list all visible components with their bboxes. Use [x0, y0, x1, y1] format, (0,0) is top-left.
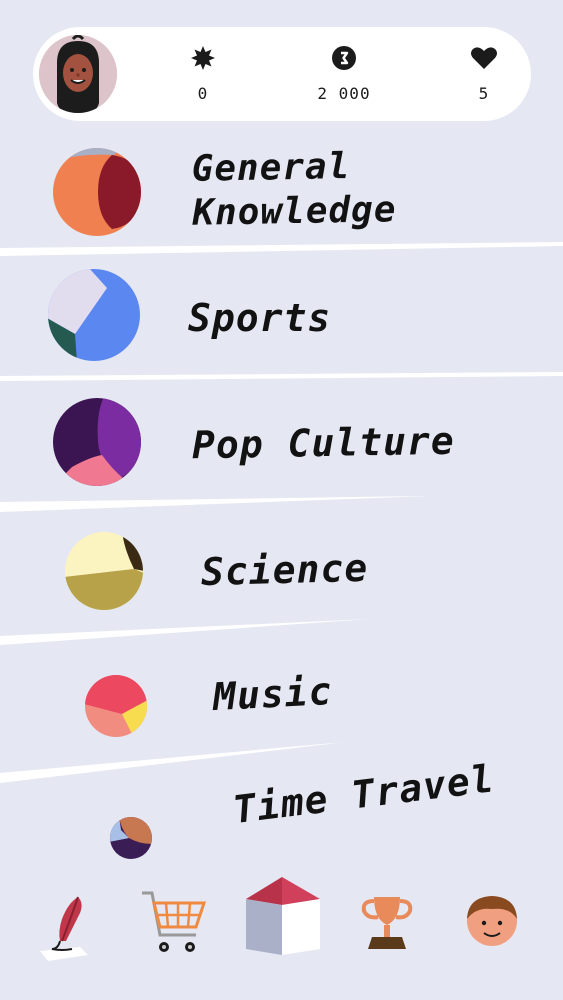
time-travel-pie-icon — [109, 816, 153, 864]
xp-stat: 0 — [158, 27, 248, 121]
bottom-navigation — [0, 865, 563, 1000]
science-label: Science — [200, 545, 369, 595]
category-music[interactable]: Music — [0, 658, 563, 753]
category-pop-culture[interactable]: Pop Culture — [0, 385, 563, 497]
heart-icon — [439, 45, 529, 73]
music-pie-icon — [84, 674, 148, 742]
sports-pie-icon — [47, 268, 141, 366]
sports-label: Sports — [188, 296, 332, 340]
coin-icon — [299, 45, 389, 73]
general-knowledge-label: General Knowledge — [191, 146, 397, 234]
pop-culture-pie-icon — [52, 397, 142, 491]
category-science[interactable]: Science — [0, 520, 563, 630]
coins-stat: 2 000 — [299, 27, 389, 121]
category-time-travel[interactable]: Time Travel — [0, 756, 563, 866]
quill-icon[interactable] — [38, 893, 94, 963]
star-burst-icon — [158, 45, 248, 73]
lives-value: 5 — [478, 84, 490, 103]
pop-culture-label: Pop Culture — [191, 418, 456, 468]
time-travel-label: Time Travel — [230, 756, 497, 832]
player-avatar-icon[interactable] — [39, 35, 117, 113]
category-general-knowledge[interactable]: General Knowledge — [0, 140, 563, 248]
trophy-icon[interactable] — [360, 893, 414, 953]
coins-value: 2 000 — [317, 84, 371, 103]
general-knowledge-pie-icon — [52, 147, 142, 241]
xp-value: 0 — [197, 84, 209, 103]
science-pie-icon — [64, 531, 144, 615]
status-header: 0 2 000 5 — [33, 27, 531, 121]
profile-face-icon[interactable] — [464, 893, 520, 949]
home-icon[interactable] — [244, 875, 322, 957]
category-sports[interactable]: Sports — [0, 258, 563, 370]
music-label: Music — [211, 668, 334, 720]
lives-stat: 5 — [439, 27, 529, 121]
shopping-cart-icon[interactable] — [140, 891, 206, 957]
